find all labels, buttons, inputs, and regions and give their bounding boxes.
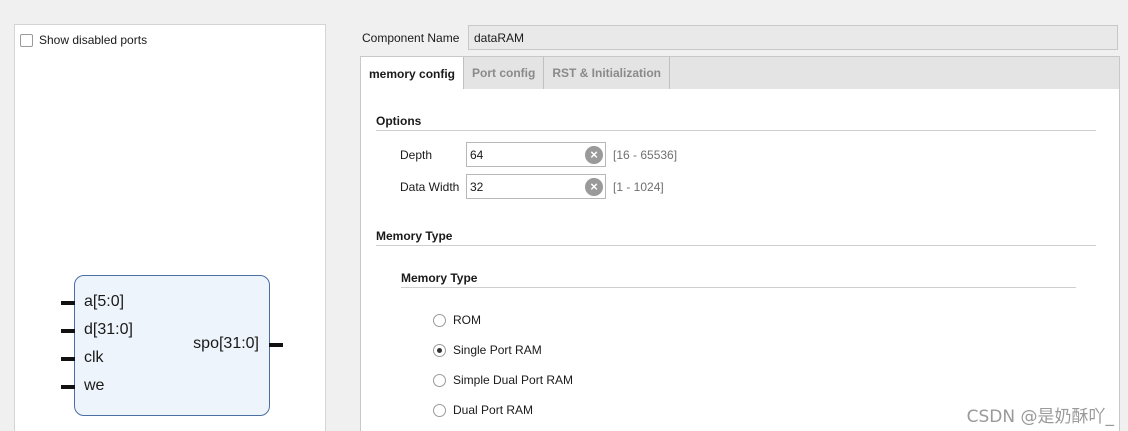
ip-block-symbol: a[5:0] d[31:0] clk we spo[31:0]	[61, 275, 283, 416]
config-tab-panel: memory config Port config RST & Initiali…	[360, 56, 1120, 431]
input-pin	[61, 329, 75, 333]
radio-option-single-port-ram[interactable]: Single Port RAM	[433, 343, 542, 357]
radio-label: Dual Port RAM	[453, 403, 534, 417]
pin-label-spo: spo[31:0]	[193, 335, 259, 352]
pin-label-d: d[31:0]	[84, 321, 133, 338]
memory-type-group-divider	[401, 287, 1076, 288]
depth-range: [16 - 65536]	[613, 148, 678, 162]
show-disabled-ports-toggle[interactable]: Show disabled ports	[20, 33, 147, 47]
pin-label-clk: clk	[84, 349, 104, 366]
show-disabled-ports-checkbox[interactable]	[20, 33, 33, 47]
tab-port-config[interactable]: Port config	[464, 57, 545, 89]
data-width-input[interactable]: 32 ×	[466, 174, 606, 199]
options-divider	[376, 130, 1096, 131]
port-preview-panel: Show disabled ports a[5:0] d[31:0] clk w…	[14, 24, 326, 431]
tab-rst-initialization[interactable]: RST & Initialization	[544, 57, 671, 89]
radio-label: Single Port RAM	[453, 343, 542, 357]
clear-icon[interactable]: ×	[585, 146, 603, 164]
data-width-range: [1 - 1024]	[613, 180, 664, 194]
output-pin	[269, 343, 283, 347]
memory-config-content: Options Depth 64 × [16 - 65536] Data Wid…	[361, 89, 1119, 431]
tab-bar: memory config Port config RST & Initiali…	[361, 57, 671, 90]
memory-type-divider	[376, 245, 1096, 246]
memory-type-group-title: Memory Type	[401, 271, 478, 285]
depth-input[interactable]: 64 ×	[466, 142, 606, 167]
pin-label-a: a[5:0]	[84, 293, 125, 310]
watermark: CSDN @是奶酥吖_	[966, 407, 1114, 427]
radio-option-rom[interactable]: ROM	[433, 313, 481, 327]
data-width-value: 32	[470, 180, 484, 194]
radio-label: Simple Dual Port RAM	[453, 373, 574, 387]
show-disabled-ports-label: Show disabled ports	[39, 33, 148, 47]
radio-button[interactable]	[433, 373, 446, 387]
depth-label: Depth	[400, 148, 433, 162]
tab-memory-config[interactable]: memory config	[361, 57, 465, 90]
radio-button[interactable]	[433, 313, 446, 327]
data-width-label: Data Width	[400, 180, 460, 194]
radio-label: ROM	[453, 313, 481, 327]
component-name-label: Component Name	[362, 31, 460, 45]
depth-value: 64	[470, 148, 484, 162]
component-name-field[interactable]: dataRAM	[468, 25, 1118, 50]
radio-option-simple-dual-port-ram[interactable]: Simple Dual Port RAM	[433, 373, 573, 387]
input-pin	[61, 357, 75, 361]
radio-button-selected[interactable]	[433, 343, 446, 357]
input-pin	[61, 385, 75, 389]
options-section-title: Options	[376, 114, 422, 128]
input-pin	[61, 301, 75, 305]
radio-button[interactable]	[433, 403, 446, 417]
radio-option-dual-port-ram[interactable]: Dual Port RAM	[433, 403, 533, 417]
memory-type-section-title: Memory Type	[376, 229, 453, 243]
clear-icon[interactable]: ×	[585, 178, 603, 196]
pin-label-we: we	[84, 377, 105, 394]
